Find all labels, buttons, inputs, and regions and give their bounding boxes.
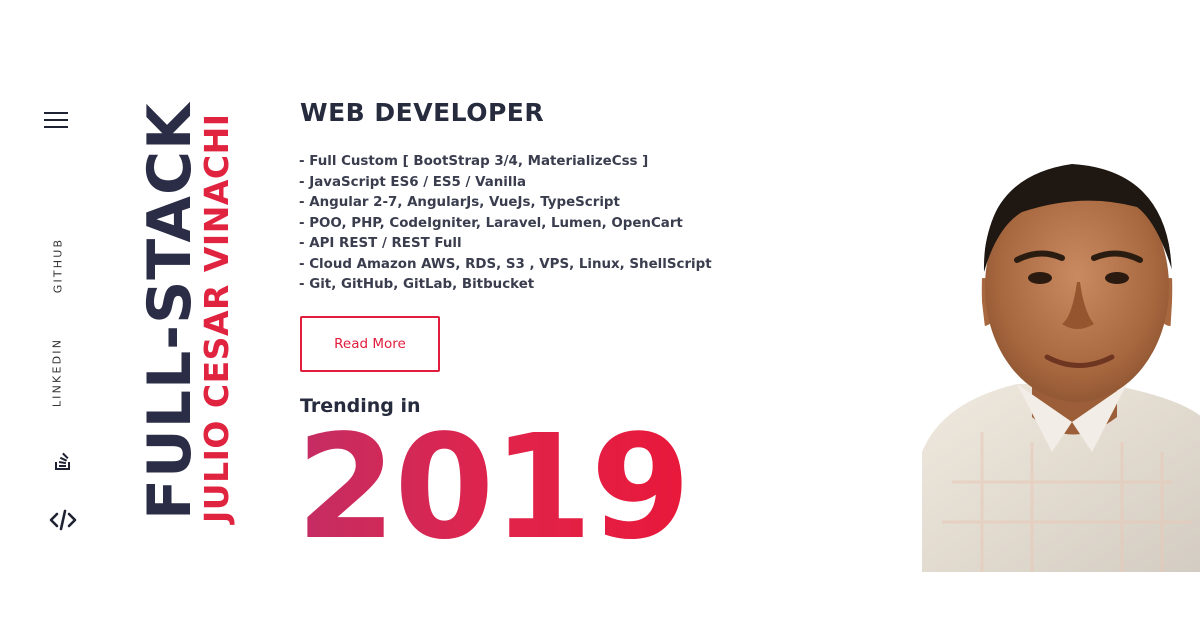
trending-year: 2019: [296, 403, 691, 571]
vertical-name: JULIO CESAR VINACHI: [197, 113, 236, 523]
profile-photo: [922, 152, 1200, 572]
skill-item: - Git, GitHub, GitLab, Bitbucket: [299, 277, 535, 292]
code-icon[interactable]: [48, 507, 78, 533]
skill-item: - POO, PHP, CodeIgniter, Laravel, Lumen,…: [299, 215, 683, 231]
linkedin-link[interactable]: LINKEDIN: [51, 337, 64, 409]
headline: WEB DEVELOPER: [300, 98, 545, 127]
skills-list: - Full Custom [ BootStrap 3/4, Materiali…: [299, 152, 712, 296]
hamburger-menu-icon[interactable]: [44, 112, 70, 132]
stackoverflow-icon[interactable]: [48, 448, 78, 474]
skill-item: - Angular 2-7, AngularJs, VueJs, TypeScr…: [299, 195, 620, 210]
skill-item: - Full Custom [ BootStrap 3/4, Materiali…: [299, 154, 649, 169]
skill-item: - Cloud Amazon AWS, RDS, S3 , VPS, Linux…: [299, 256, 712, 272]
skill-item: - JavaScript ES6 / ES5 / Vanilla: [299, 174, 527, 190]
skill-item: - API REST / REST Full: [299, 236, 462, 251]
vertical-title: FULL-STACK: [135, 102, 205, 520]
read-more-button[interactable]: Read More: [300, 316, 440, 372]
github-link[interactable]: GITHUB: [52, 234, 65, 298]
